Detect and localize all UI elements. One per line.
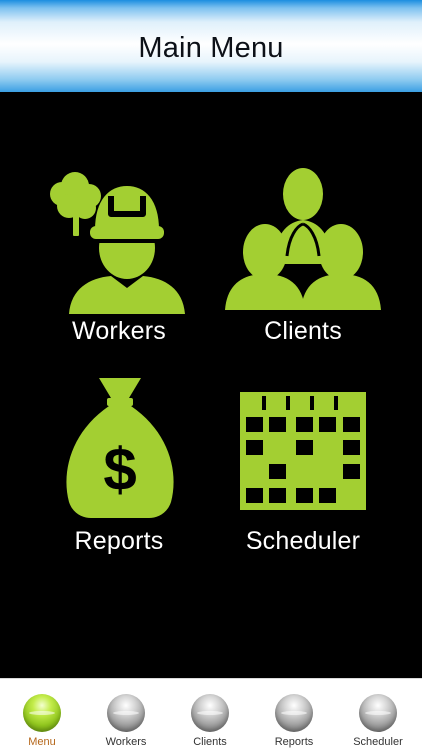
scheduler-tile[interactable]: Scheduler: [213, 372, 393, 572]
tab-scheduler[interactable]: Scheduler: [336, 679, 420, 750]
green-ball-icon: [23, 694, 61, 732]
menu-grid: Workers Clients $ Reports Scheduler: [0, 92, 422, 678]
tab-workers[interactable]: Workers: [84, 679, 168, 750]
tab-reports-label: Reports: [274, 736, 314, 748]
tab-scheduler-label: Scheduler: [353, 736, 403, 748]
bottom-tab-bar: Menu Workers Clients Reports Scheduler: [0, 678, 422, 750]
tab-workers-label: Workers: [105, 736, 147, 748]
grey-ball-icon: [359, 694, 397, 732]
workers-label: Workers: [71, 317, 166, 345]
svg-text:$: $: [103, 436, 136, 503]
tab-clients[interactable]: Clients: [168, 679, 252, 750]
page-title: Main Menu: [138, 31, 284, 64]
money-bag-icon: $: [66, 378, 174, 518]
calendar-icon: [240, 392, 366, 510]
clients-group-icon: [225, 168, 381, 310]
tab-clients-label: Clients: [193, 736, 227, 748]
grey-ball-icon: [191, 694, 229, 732]
clients-label: Clients: [264, 317, 342, 345]
scheduler-label: Scheduler: [245, 527, 361, 555]
tab-reports[interactable]: Reports: [252, 679, 336, 750]
app-screen: Main Menu Workers Clients $ Reports Sche…: [0, 0, 422, 750]
reports-tile[interactable]: $ Reports: [29, 372, 209, 572]
tab-menu[interactable]: Menu: [0, 679, 84, 750]
header-bar: Main Menu: [0, 0, 422, 92]
workers-tile[interactable]: Workers: [29, 164, 209, 364]
grey-ball-icon: [275, 694, 313, 732]
worker-icon: [50, 172, 185, 314]
grey-ball-icon: [107, 694, 145, 732]
tab-menu-label: Menu: [28, 736, 56, 748]
clients-tile[interactable]: Clients: [213, 164, 393, 364]
reports-label: Reports: [74, 527, 164, 555]
